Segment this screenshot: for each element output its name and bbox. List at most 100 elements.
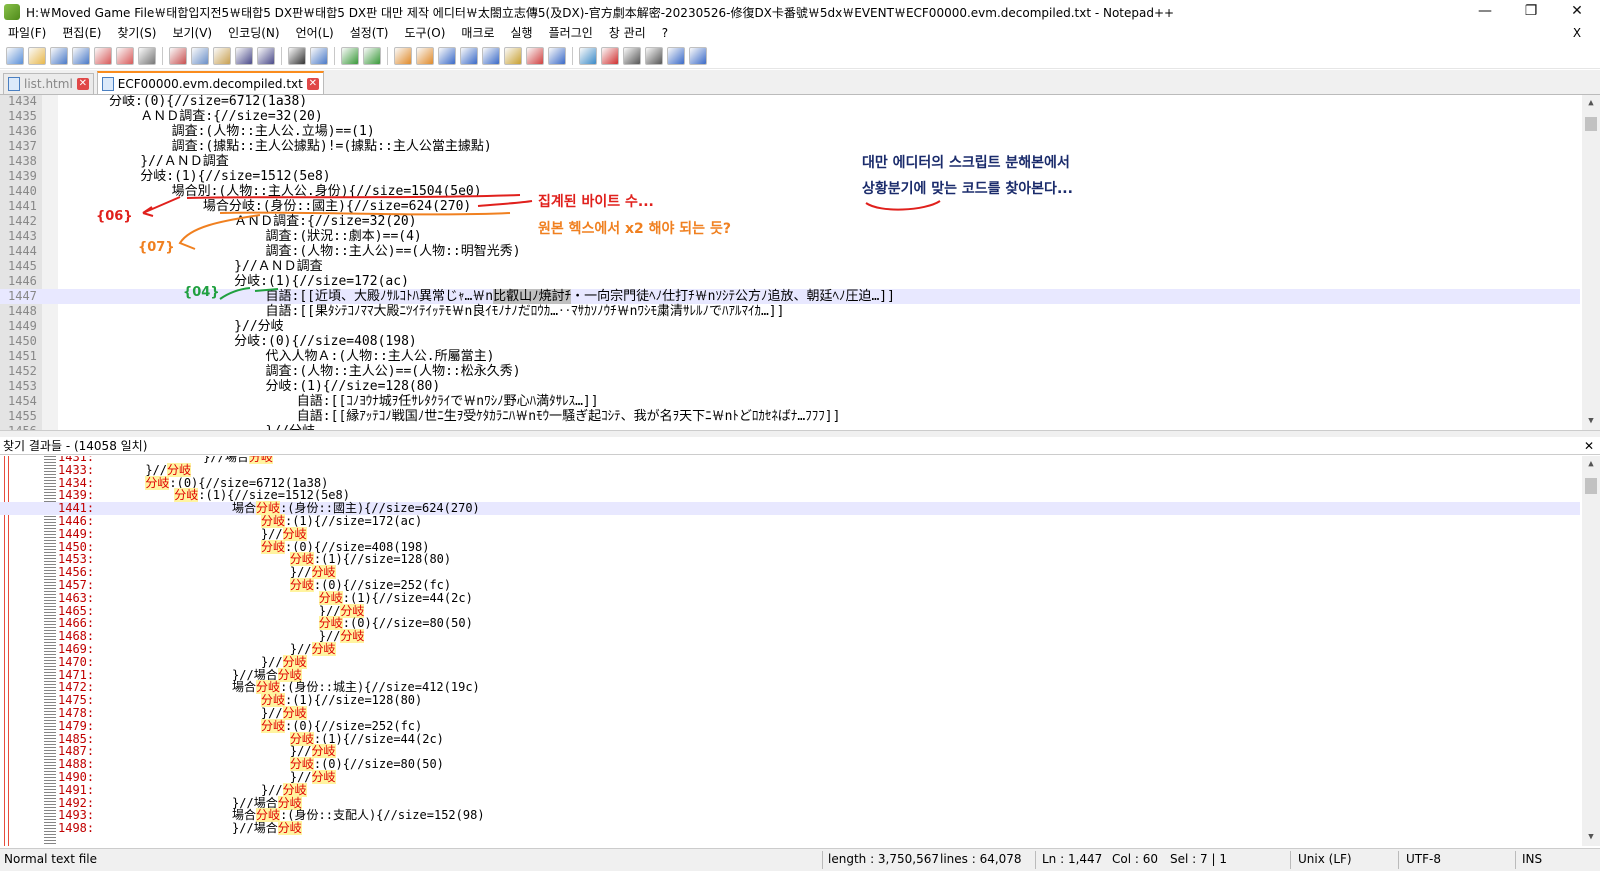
scroll-up-icon[interactable]: ▲ [1582,456,1600,473]
status-encoding[interactable]: UTF-8 [1406,852,1441,866]
indent-guide-icon[interactable] [482,46,500,65]
result-line[interactable]: 1433: }//分岐 [0,462,1580,477]
open-file-icon[interactable] [28,46,46,65]
menu-search[interactable]: 찾기(S) [109,24,164,43]
tab-list-html[interactable]: list.html ✕ [3,73,94,94]
editor-line[interactable]: 1443 調査:(狀況::劇本)==(4) [0,229,1580,244]
status-column: Col : 60 [1112,852,1158,866]
editor-line[interactable]: 1449 }//分岐 [0,319,1580,334]
menu-window[interactable]: 창 관리 [601,24,654,43]
editor-line[interactable]: 1447 自語:[[近頃、大殿ﾉｻﾙｺﾄﾊ異常じｬ…￦n比叡山ﾉ焼討ﾁ・一向宗門… [0,289,1580,304]
close-all-icon[interactable] [116,46,134,65]
editor-pane[interactable]: 1434 分岐:(0){//size=6712(1a38) 1435 ＡＮＤ調査:… [0,95,1600,430]
menu-encoding[interactable]: 인코딩(N) [220,24,287,43]
editor-line[interactable]: 1434 分岐:(0){//size=6712(1a38) [0,95,1580,109]
editor-scrollbar[interactable]: ▲ ▼ [1582,95,1600,430]
new-file-icon[interactable] [6,46,24,65]
scroll-down-icon[interactable]: ▼ [1582,413,1600,430]
editor-line[interactable]: 1438 }//ＡＮＤ調査 [0,154,1580,169]
scroll-up-icon[interactable]: ▲ [1582,95,1600,112]
function-list-icon[interactable] [504,46,522,65]
zoom-out-icon[interactable] [363,46,381,65]
tab-close-icon[interactable]: ✕ [306,77,319,90]
show-all-chars-icon[interactable] [460,46,478,65]
close-document-button[interactable]: X [1554,24,1600,43]
menu-run[interactable]: 실행 [503,24,541,43]
stop-macro-icon[interactable] [623,46,641,65]
close-window-button[interactable]: ✕ [1554,0,1600,24]
editor-line[interactable]: 1450 分岐:(0){//size=408(198) [0,334,1580,349]
minimize-button[interactable]: — [1462,0,1508,24]
menu-view[interactable]: 보기(V) [164,24,220,43]
menu-plugins[interactable]: 플러그인 [541,24,601,43]
editor-line[interactable]: 1452 調査:(人物::主人公)==(人物::松永久秀) [0,364,1580,379]
find-results-close-icon[interactable]: ✕ [1584,437,1594,455]
result-line[interactable]: 1431: }//場合分岐 [0,456,1580,464]
monitor-icon[interactable] [579,46,597,65]
print-icon[interactable] [138,46,156,65]
editor-line[interactable]: 1444 調査:(人物::主人公)==(人物::明智光秀) [0,244,1580,259]
result-line[interactable]: 1470: }//分岐 [0,654,1580,669]
line-number: 1448 [8,304,37,318]
result-text: 分岐:(0){//size=252(fc) [260,718,423,733]
tab-close-icon[interactable]: ✕ [76,78,89,90]
editor-line[interactable]: 1442 ＡＮＤ調査:{//size=32(20) [0,214,1580,229]
zoom-in-icon[interactable] [341,46,359,65]
menu-tools[interactable]: 도구(O) [397,24,454,43]
tab-ecf00000[interactable]: ECF00000.evm.decompiled.txt ✕ [96,71,324,94]
maximize-button[interactable]: ❐ [1508,0,1554,24]
editor-line[interactable]: 1446 分岐:(1){//size=172(ac) [0,274,1580,289]
editor-line[interactable]: 1453 分岐:(1){//size=128(80) [0,379,1580,394]
editor-line[interactable]: 1441 場合分岐:(身份::國主){//size=624(270) [0,199,1580,214]
menu-settings[interactable]: 설정(T) [342,24,397,43]
close-icon[interactable] [94,46,112,65]
copy-icon[interactable] [191,46,209,65]
menu-file[interactable]: 파일(F) [0,24,54,43]
result-line[interactable]: 1479: 分岐:(0){//size=252(fc) [0,718,1580,733]
folder-workspace-icon[interactable] [526,46,544,65]
status-eol[interactable]: Unix (LF) [1298,852,1352,866]
paste-icon[interactable] [213,46,231,65]
save-icon[interactable] [50,46,68,65]
result-line[interactable]: 1449: }//分岐 [0,526,1580,541]
editor-line[interactable]: 1440 場合別:(人物::主人公.身份){//size=1504(5e0) [0,184,1580,199]
editor-line[interactable]: 1436 調査:(人物::主人公.立場)==(1) [0,124,1580,139]
editor-line[interactable]: 1445 }//ＡＮＤ調査 [0,259,1580,274]
find-icon[interactable] [288,46,306,65]
redo-icon[interactable] [257,46,275,65]
result-line[interactable]: 1491: }//分岐 [0,782,1580,797]
results-scrollbar[interactable]: ▲ ▼ [1582,456,1600,846]
editor-line[interactable]: 1439 分岐:(1){//size=1512(5e8) [0,169,1580,184]
doc-map-icon[interactable] [548,46,566,65]
menu-macro[interactable]: 매크로 [453,24,502,43]
save-all-icon[interactable] [72,46,90,65]
editor-line[interactable]: 1451 代入人物Ａ:(人物::主人公.所屬當主) [0,349,1580,364]
sync-vertical-icon[interactable] [394,46,412,65]
editor-line[interactable]: 1437 調査:(據點::主人公據點)!=(據點::主人公當主據點) [0,139,1580,154]
sync-horizontal-icon[interactable] [416,46,434,65]
word-wrap-icon[interactable] [438,46,456,65]
record-macro-icon[interactable] [601,46,619,65]
find-results-pane[interactable]: 1431: }//場合分岐 1433: }//分岐 1434: 分岐:(0){//s… [0,456,1600,846]
scroll-thumb[interactable] [1585,478,1597,494]
scroll-down-icon[interactable]: ▼ [1582,829,1600,846]
editor-line[interactable]: 1448 自語:[[果ﾀｼﾃｺﾉﾏﾏ大殿ﾆﾂｲﾃｲｯﾃﾓ￦n良ｲﾓﾉﾅﾉだﾛｳｶ… [0,304,1580,319]
menu-language[interactable]: 언어(L) [288,24,342,43]
save-macro-icon[interactable] [689,46,707,65]
result-line[interactable]: 1463: 分岐:(1){//size=44(2c) [0,590,1580,605]
status-insert-mode[interactable]: INS [1522,852,1542,866]
undo-icon[interactable] [235,46,253,65]
scroll-thumb[interactable] [1585,117,1597,131]
editor-line[interactable]: 1455 自語:[[縁ｱｯﾃｺﾉ戦国ﾉ世ﾆ生ｦ受ｹﾀｶﾗﾆﾊ￦nﾓｳ一騒ぎ起ｺｼ… [0,409,1580,424]
replace-icon[interactable] [310,46,328,65]
cut-icon[interactable] [169,46,187,65]
editor-line[interactable]: 1454 自語:[[ｺﾉﾖｳﾅ城ｦ任ｻﾚﾀｸﾗｲで￦nﾜｼﾉ野心ﾊ満ﾀｻﾚｽ…]… [0,394,1580,409]
status-selection: Sel : 7 | 1 [1170,852,1227,866]
menu-edit[interactable]: 편집(E) [54,24,109,43]
play-macro-icon[interactable] [645,46,663,65]
menu-help[interactable]: ? [654,24,676,43]
run-macro-multiple-icon[interactable] [667,46,685,65]
result-text: }//分岐 [102,526,307,541]
editor-line[interactable]: 1435 ＡＮＤ調査:{//size=32(20) [0,109,1580,124]
result-line[interactable]: 1498: }//場合分岐 [0,821,1580,836]
